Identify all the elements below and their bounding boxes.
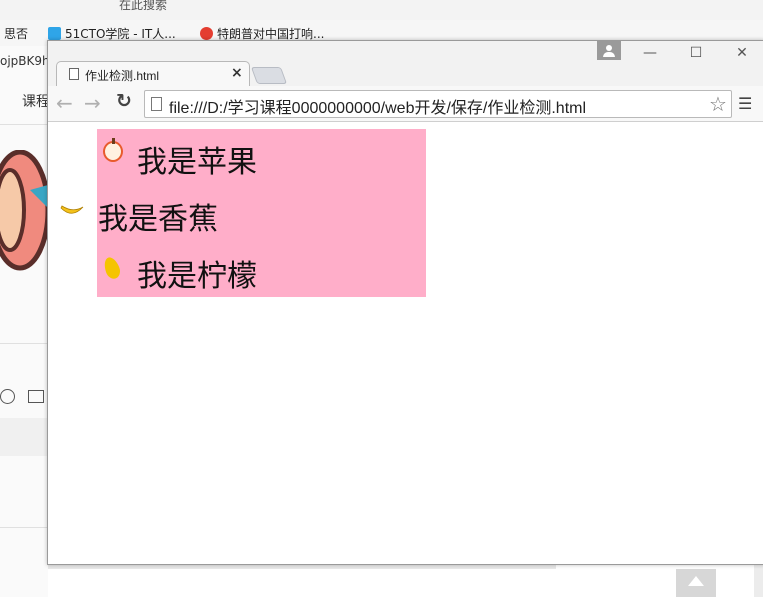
background-url-fragment: ojpBK9hl <box>0 54 53 68</box>
background-course-link[interactable]: 课程 <box>22 91 50 111</box>
bookmark-sifou[interactable]: 思否 <box>4 25 28 42</box>
tab-title: 作业检测.html <box>85 69 160 83</box>
bookmark-star-icon[interactable]: ☆ <box>709 92 727 116</box>
close-button[interactable]: ✕ <box>727 45 757 61</box>
person-icon <box>606 45 612 51</box>
apple-icon <box>103 138 123 162</box>
toolbar: ← → ↻ file:///D:/学习课程0000000000/web开发/保存… <box>48 86 763 122</box>
address-bar[interactable]: file:///D:/学习课程0000000000/web开发/保存/作业检测.… <box>144 90 732 118</box>
minimize-button[interactable]: — <box>635 45 665 61</box>
image-icon[interactable] <box>28 390 44 403</box>
51cto-icon <box>48 27 61 40</box>
mascot-illustration <box>0 150 50 271</box>
tab-close-button[interactable]: × <box>231 65 243 81</box>
background-divider <box>0 124 48 125</box>
background-left-strip <box>0 46 48 597</box>
back-button[interactable]: ← <box>56 91 73 115</box>
new-tab-button[interactable] <box>250 67 288 84</box>
browser-window: 作业检测.html × — ☐ ✕ ← → ↻ file:///D:/学习课程0… <box>47 40 763 565</box>
scroll-top-button[interactable] <box>676 569 716 597</box>
background-topbar: 在此搜索 <box>0 0 763 20</box>
background-gray-bar <box>0 418 48 456</box>
url-text[interactable]: file:///D:/学习课程0000000000/web开发/保存/作业检测.… <box>169 94 586 118</box>
search-hint: 在此搜索 <box>119 0 168 12</box>
background-divider <box>0 343 48 344</box>
document-icon <box>69 68 79 80</box>
list-item-banana: 我是香蕉 <box>98 202 218 237</box>
list-item-apple: 我是苹果 <box>137 145 257 180</box>
page-content: 我是苹果 我是香蕉 我是柠檬 <box>48 122 763 564</box>
tab-active[interactable]: 作业检测.html × <box>56 61 250 87</box>
arrow-up-icon <box>688 576 704 586</box>
maximize-button[interactable]: ☐ <box>681 45 711 61</box>
emoji-icon[interactable] <box>0 389 15 404</box>
background-right-strip <box>754 563 763 597</box>
banana-icon <box>60 205 84 214</box>
background-divider <box>0 527 48 528</box>
title-bar: 作业检测.html × — ☐ ✕ <box>48 41 763 87</box>
news-icon <box>200 27 213 40</box>
list-item-lemon: 我是柠檬 <box>137 259 257 294</box>
reload-button[interactable]: ↻ <box>116 90 132 112</box>
page-info-icon[interactable] <box>151 97 162 111</box>
profile-button[interactable] <box>597 41 621 60</box>
forward-button[interactable]: → <box>84 91 101 115</box>
menu-button[interactable]: ☰ <box>738 94 752 113</box>
